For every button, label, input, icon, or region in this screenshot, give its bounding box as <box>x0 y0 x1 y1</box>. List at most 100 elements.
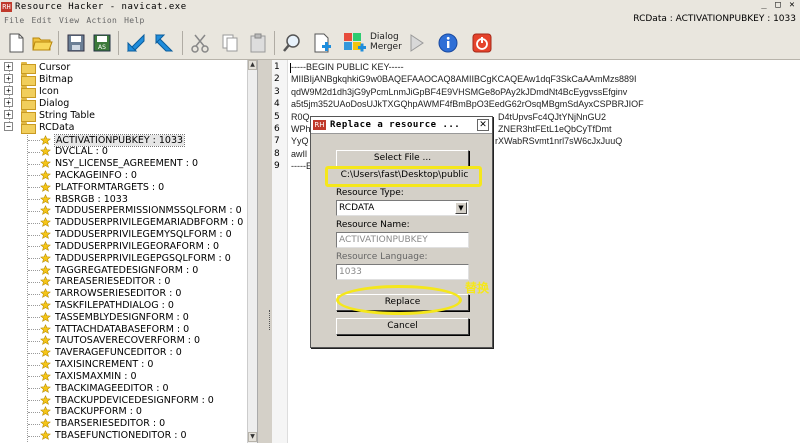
collapse-icon[interactable]: − <box>4 122 13 131</box>
rcdata-item[interactable]: TAXISMAXMIN : 0 <box>40 370 137 382</box>
save-icon[interactable] <box>64 31 88 55</box>
rcdata-item[interactable]: DVCLAL : 0 <box>40 146 108 158</box>
menu-file[interactable]: File <box>4 16 24 25</box>
star-icon <box>40 217 51 228</box>
rcdata-item[interactable]: TARROWSERIESEDITOR : 0 <box>40 288 181 300</box>
rcdata-item[interactable]: ACTIVATIONPUBKEY : 1033 <box>40 133 186 147</box>
dialog-merger-button[interactable]: Dialog Merger <box>342 30 404 56</box>
menu-edit[interactable]: Edit <box>31 16 51 25</box>
star-icon <box>40 264 51 275</box>
paste-icon[interactable] <box>246 31 270 55</box>
minimize-button[interactable]: _ <box>758 0 770 12</box>
resource-language-label: Resource Language: <box>336 252 428 262</box>
line-number: 2 <box>274 74 280 85</box>
tree-node-icon[interactable]: + Icon <box>4 85 59 98</box>
rcdata-item[interactable]: TAREASERIESEDITOR : 0 <box>40 276 170 288</box>
toolbar-separator <box>118 31 119 55</box>
resource-type-select[interactable]: RCDATA ▼ <box>336 200 469 216</box>
dialog-close-button[interactable]: ✕ <box>477 119 489 131</box>
line-number: 1 <box>274 62 280 72</box>
rcdata-item[interactable]: TADDUSERPRIVILEGEMARIADBFORM : 0 <box>40 217 243 229</box>
toolbar-separator <box>274 31 275 55</box>
menu-view[interactable]: View <box>59 16 79 25</box>
window-title: Resource Hacker - navicat.exe <box>15 1 187 12</box>
star-icon <box>40 311 51 322</box>
replace-button-highlight <box>336 285 462 315</box>
file-path-highlight <box>325 166 482 187</box>
rcdata-item[interactable]: TBASEFUNCTIONEDITOR : 0 <box>40 430 186 442</box>
maximize-button[interactable]: □ <box>772 0 784 12</box>
find-icon[interactable] <box>280 31 304 55</box>
rcdata-item[interactable]: PACKAGEINFO : 0 <box>40 169 137 181</box>
tree-node-dialog[interactable]: + Dialog <box>4 97 69 110</box>
tree-node-cursor[interactable]: + Cursor <box>4 61 70 74</box>
tree-scrollbar[interactable]: ▲ ▼ <box>247 60 257 443</box>
rcdata-item[interactable]: PLATFORMTARGETS : 0 <box>40 181 164 193</box>
resource-language-field: 1033 <box>336 264 469 280</box>
folder-icon <box>21 122 36 134</box>
save-as-icon[interactable]: AS <box>90 31 114 55</box>
rcdata-item[interactable]: TADDUSERPERMISSIONMSSQLFORM : 0 <box>40 205 242 217</box>
rcdata-item[interactable]: TBARSERIESEDITOR : 0 <box>40 418 165 430</box>
star-icon <box>40 430 51 440</box>
code-line: a5t5jm352UAoDosUJkTXGQhpAWMF4fBmBpO3EedG… <box>291 99 644 110</box>
expand-icon[interactable]: + <box>4 86 13 95</box>
pane-splitter[interactable] <box>258 60 272 443</box>
menu-help[interactable]: Help <box>124 16 144 25</box>
rcdata-item[interactable]: TAXISINCREMENT : 0 <box>40 359 153 371</box>
run-script-icon[interactable] <box>404 31 428 55</box>
cut-icon[interactable] <box>188 31 212 55</box>
star-icon <box>40 181 51 192</box>
rcdata-item[interactable]: TADDUSERPRIVILEGEORAFORM : 0 <box>40 240 219 252</box>
rcdata-item[interactable]: TAUTOSAVERECOVERFORM : 0 <box>40 335 200 347</box>
tree-node-rcdata[interactable]: − RCData <box>4 121 74 134</box>
star-icon <box>40 418 51 429</box>
rcdata-item[interactable]: RBSRGB : 1033 <box>40 193 128 205</box>
export-icon[interactable] <box>152 31 176 55</box>
toolbar: AS Dialog Merger <box>0 27 800 60</box>
info-icon[interactable] <box>436 31 460 55</box>
add-image-icon <box>344 33 366 52</box>
folder-icon <box>21 86 36 98</box>
add-resource-icon[interactable] <box>310 31 334 55</box>
code-line: -----BEGIN PUBLIC KEY----- <box>291 62 404 72</box>
copy-icon[interactable] <box>218 31 242 55</box>
star-icon <box>40 158 51 169</box>
rcdata-item[interactable]: TATTACHDATABASEFORM : 0 <box>40 323 189 335</box>
rcdata-item[interactable]: TASSEMBLYDESIGNFORM : 0 <box>40 311 189 323</box>
rcdata-item[interactable]: TBACKUPFORM : 0 <box>40 406 142 418</box>
rcdata-item[interactable]: NSY_LICENSE_AGREEMENT : 0 <box>40 158 198 170</box>
rcdata-item[interactable]: TBACKUPDEVICEDESIGNFORM : 0 <box>40 394 214 406</box>
folder-icon <box>21 110 36 122</box>
power-icon[interactable] <box>470 31 494 55</box>
star-icon <box>40 229 51 239</box>
chevron-down-icon[interactable]: ▼ <box>455 202 467 214</box>
open-icon[interactable] <box>30 31 54 55</box>
expand-icon[interactable]: + <box>4 62 13 71</box>
rcdata-item[interactable]: TAGGREGATEDESIGNFORM : 0 <box>40 264 198 276</box>
star-icon <box>40 252 51 263</box>
tree-node-string-table[interactable]: + String Table <box>4 109 95 122</box>
rcdata-item[interactable]: TBACKIMAGEEDITOR : 0 <box>40 382 169 394</box>
line-number: 5 <box>274 111 280 122</box>
menu-action[interactable]: Action <box>86 16 117 25</box>
rcdata-item[interactable]: TASKFILEPATHDIALOG : 0 <box>40 299 174 311</box>
scroll-down-icon[interactable]: ▼ <box>248 432 257 442</box>
window-controls: _ □ ✕ <box>756 0 798 12</box>
star-icon <box>40 370 51 381</box>
scroll-up-icon[interactable]: ▲ <box>248 60 257 70</box>
import-icon[interactable] <box>124 31 148 55</box>
rcdata-item[interactable]: TADDUSERPRIVILEGEPGSQLFORM : 0 <box>40 252 231 264</box>
tree-node-bitmap[interactable]: + Bitmap <box>4 73 73 86</box>
star-icon <box>40 300 51 310</box>
star-icon <box>40 394 51 405</box>
rcdata-item[interactable]: TAVERAGEFUNCEDITOR : 0 <box>40 347 182 359</box>
select-file-button[interactable]: Select File ... <box>336 150 469 167</box>
close-window-button[interactable]: ✕ <box>786 0 798 12</box>
expand-icon[interactable]: + <box>4 74 13 83</box>
new-icon[interactable] <box>4 31 28 55</box>
expand-icon[interactable]: + <box>4 110 13 119</box>
rcdata-item[interactable]: TADDUSERPRIVILEGEMYSQLFORM : 0 <box>40 229 232 241</box>
cancel-button[interactable]: Cancel <box>336 318 469 335</box>
expand-icon[interactable]: + <box>4 98 13 107</box>
